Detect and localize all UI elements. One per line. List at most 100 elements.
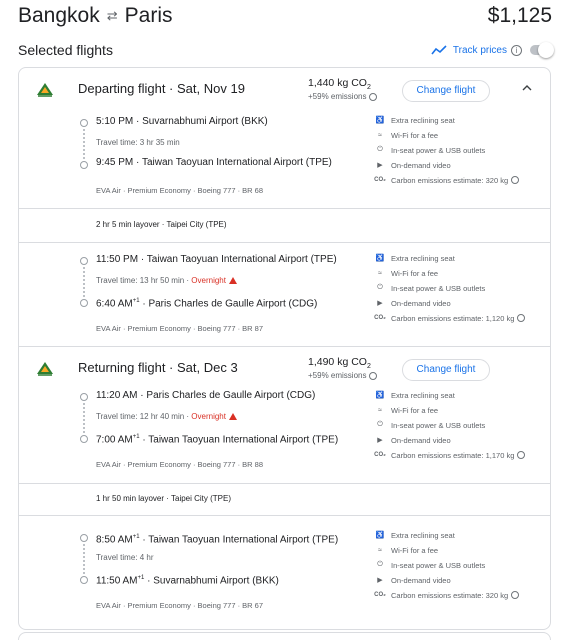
amenity-seat: ♿ Extra reclining seat xyxy=(375,252,455,264)
amenity-wifi: ≈ Wi-Fi for a fee xyxy=(375,544,438,556)
departure-row: 11:20 AM · Paris Charles de Gaulle Airpo… xyxy=(96,390,316,401)
amenity-carbon: CO₂ Carbon emissions estimate: 1,170 kg xyxy=(374,449,526,461)
travel-time: Travel time: 12 hr 40 min xyxy=(96,412,185,421)
arrival-row: 11:50 AM+1 · Suvarnabhumi Airport (BKK) xyxy=(96,575,279,587)
airline-logo-icon xyxy=(37,83,53,97)
header: Bangkok ⇄ Paris $1,125 xyxy=(18,4,552,30)
amenity-label: Carbon emissions estimate: 320 kg xyxy=(391,590,509,600)
change-flight-button[interactable]: Change flight xyxy=(402,80,490,102)
departing-section: Departing flight · Sat, Nov 19 1,440 kg … xyxy=(19,68,550,346)
arrival-time: 9:45 PM xyxy=(96,157,134,168)
divider xyxy=(19,515,550,516)
amenity-label: Extra reclining seat xyxy=(391,253,455,263)
arrival-airport: Taiwan Taoyuan International Airport (TP… xyxy=(148,434,339,446)
co2-value: 1,490 kg CO xyxy=(308,356,367,368)
power-icon: ⏻ xyxy=(377,421,383,428)
amenity-label: In-seat power & USB outlets xyxy=(391,560,486,570)
info-icon[interactable] xyxy=(369,371,378,380)
amenity-video: ▶ On-demand video xyxy=(375,159,450,171)
amenity-wifi: ≈ Wi-Fi for a fee xyxy=(375,129,438,141)
track-prices[interactable]: Track prices i xyxy=(431,41,554,59)
amenity-power: ⏻ In-seat power & USB outlets xyxy=(375,144,485,156)
arrival-row: 9:45 PM · Taiwan Taoyuan International A… xyxy=(96,157,332,168)
track-prices-toggle[interactable] xyxy=(530,42,554,58)
flight-info: EVA Air · Premium Economy · Boeing 777 ·… xyxy=(96,186,264,195)
arrival-time: 6:40 AM xyxy=(96,298,133,310)
amenity-label: On-demand video xyxy=(391,435,451,445)
co2-percent: +59% emissions xyxy=(308,371,378,380)
amenity-seat: ♿ Extra reclining seat xyxy=(375,529,455,541)
arrival-row: 7:00 AM+1 · Taiwan Taoyuan International… xyxy=(96,434,339,446)
video-icon: ▶ xyxy=(377,437,383,444)
info-icon[interactable] xyxy=(517,314,526,322)
airline-logo-icon xyxy=(37,362,53,376)
amenity-carbon: CO₂ Carbon emissions estimate: 1,120 kg xyxy=(374,312,526,324)
change-flight-button[interactable]: Change flight xyxy=(402,359,490,381)
departing-header[interactable]: Departing flight · Sat, Nov 19 1,440 kg … xyxy=(19,68,550,110)
next-card xyxy=(18,632,551,640)
amenity-carbon: CO₂ Carbon emissions estimate: 320 kg xyxy=(374,174,520,186)
power-icon: ⏻ xyxy=(377,284,383,291)
co2-icon: CO₂ xyxy=(374,592,386,598)
amenity-label: Carbon emissions estimate: 1,120 kg xyxy=(391,313,515,323)
flight-segment: 11:20 AM · Paris Charles de Gaulle Airpo… xyxy=(19,387,550,483)
warning-icon xyxy=(228,277,237,284)
overnight-label: Overnight xyxy=(191,412,226,421)
amenity-label: In-seat power & USB outlets xyxy=(391,145,486,155)
amenity-label: Carbon emissions estimate: 320 kg xyxy=(391,175,509,185)
origin-city: Bangkok xyxy=(18,4,100,27)
departure-time: 8:50 AM xyxy=(96,534,133,546)
seat-icon: ♿ xyxy=(375,117,385,124)
wifi-icon: ≈ xyxy=(378,269,382,277)
co2-percent-text: +59% emissions xyxy=(308,92,367,101)
amenity-power: ⏻ In-seat power & USB outlets xyxy=(375,419,485,431)
video-icon: ▶ xyxy=(377,577,383,584)
seat-icon: ♿ xyxy=(375,532,385,539)
info-icon[interactable]: i xyxy=(511,44,522,56)
divider xyxy=(19,242,550,243)
departure-airport: Paris Charles de Gaulle Airport (CDG) xyxy=(146,390,316,401)
flight-info: EVA Air · Premium Economy · Boeing 777 ·… xyxy=(96,601,264,610)
amenity-label: Wi-Fi for a fee xyxy=(391,130,439,140)
flight-info: EVA Air · Premium Economy · Boeing 777 ·… xyxy=(96,324,264,333)
flight-info: EVA Air · Premium Economy · Boeing 777 ·… xyxy=(96,460,264,469)
travel-time-row: Travel time: 12 hr 40 min · Overnight xyxy=(96,412,237,422)
departure-airport: Suvarnabhumi Airport (BKK) xyxy=(142,116,268,127)
amenity-wifi: ≈ Wi-Fi for a fee xyxy=(375,404,438,416)
co2-icon: CO₂ xyxy=(374,452,386,458)
returning-section: Returning flight · Sat, Dec 3 1,490 kg C… xyxy=(19,347,550,629)
amenity-label: In-seat power & USB outlets xyxy=(391,283,486,293)
info-icon[interactable] xyxy=(369,92,378,101)
day-offset: +1 xyxy=(132,434,140,440)
selected-flights-title: Selected flights xyxy=(18,42,113,58)
video-icon: ▶ xyxy=(377,162,383,169)
amenity-seat: ♿ Extra reclining seat xyxy=(375,114,455,126)
info-icon[interactable] xyxy=(511,176,520,184)
flight-segment: 8:50 AM+1 · Taiwan Taoyuan International… xyxy=(19,517,550,629)
returning-header[interactable]: Returning flight · Sat, Dec 3 1,490 kg C… xyxy=(19,347,550,389)
arrival-airport: Taiwan Taoyuan International Airport (TP… xyxy=(141,157,332,168)
amenity-video: ▶ On-demand video xyxy=(375,434,451,446)
flight-segment: 11:50 PM · Taiwan Taoyuan International … xyxy=(19,244,550,346)
amenity-label: In-seat power & USB outlets xyxy=(391,420,486,430)
chevron-up-icon[interactable] xyxy=(522,84,532,92)
amenity-label: On-demand video xyxy=(391,298,451,308)
amenity-label: On-demand video xyxy=(391,575,451,585)
departure-row: 5:10 PM · Suvarnabhumi Airport (BKK) xyxy=(96,116,268,127)
info-icon[interactable] xyxy=(511,591,520,599)
info-icon[interactable] xyxy=(517,451,526,459)
amenity-label: Wi-Fi for a fee xyxy=(391,268,439,278)
destination-city: Paris xyxy=(124,4,173,27)
amenity-label: Extra reclining seat xyxy=(391,530,455,540)
amenity-label: Extra reclining seat xyxy=(391,390,455,400)
departure-airport: Taiwan Taoyuan International Airport (TP… xyxy=(148,534,339,546)
route: Bangkok ⇄ Paris xyxy=(18,4,173,28)
arrival-row: 6:40 AM+1 · Paris Charles de Gaulle Airp… xyxy=(96,298,318,310)
seat-icon: ♿ xyxy=(375,392,385,399)
power-icon: ⏻ xyxy=(377,561,383,568)
departure-airport: Taiwan Taoyuan International Airport (TP… xyxy=(146,254,337,265)
layover-info: 1 hr 50 min layover · Taipei City (TPE) xyxy=(96,494,232,503)
departure-row: 8:50 AM+1 · Taiwan Taoyuan International… xyxy=(96,534,339,546)
amenity-power: ⏻ In-seat power & USB outlets xyxy=(375,559,485,571)
travel-time-row: Travel time: 13 hr 50 min · Overnight xyxy=(96,276,237,286)
